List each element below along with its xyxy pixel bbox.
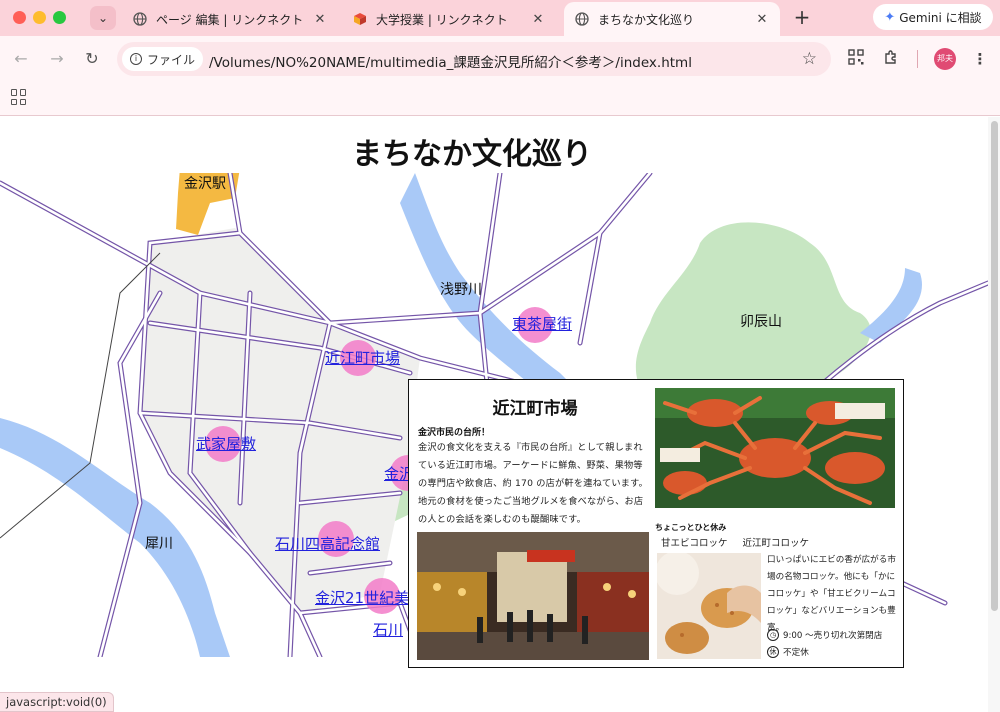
toolbar: ← → ↻ i ファイル /Volumes/NO%20NAME/multimed… [0,36,1000,82]
gemini-label: Gemini に相談 [899,10,982,25]
tab-university-class[interactable]: 大学授業 | リンクネクト ✕ [342,4,556,34]
station-label: 金沢駅 [184,176,226,192]
card-subtitle: 金沢市民の台所！ [418,428,491,438]
break-description: 口いっぱいにエビの香が広がる市場の名物コロッケ。他にも「かにコロッケ」や「甘エビ… [767,555,896,633]
profile-avatar[interactable]: 邦夫 [934,48,956,70]
tab-title: ページ 編集 | リンクネクト [156,12,304,27]
link-shiko-memorial[interactable]: 石川四高記念館 [275,533,380,554]
apps-grid-icon[interactable] [11,89,27,105]
reload-icon[interactable]: ↻ [81,48,103,70]
closed-row: 休 不定休 [767,646,809,658]
closed-day-icon: 休 [767,646,779,658]
new-tab-button[interactable]: + [790,6,814,30]
toolbar-divider [917,50,918,68]
bookmark-star-icon[interactable]: ☆ [802,49,817,69]
market-arcade-photo [417,532,649,660]
link-ishikawa[interactable]: 石川 [373,619,403,640]
close-tab-icon[interactable]: ✕ [312,12,328,27]
crab-photo [655,388,895,508]
card-title: 近江町市場 [492,399,578,419]
globe-icon [132,11,148,27]
status-bar: javascript:void(0) [0,692,114,712]
tab-page-edit[interactable]: ページ 編集 | リンクネクト ✕ [122,4,338,34]
close-tab-icon[interactable]: ✕ [754,12,770,27]
link-21st-century-museum[interactable]: 金沢21世紀美 [315,587,409,608]
spot-info-card: 近江町市場 金沢市民の台所！ 金沢の食文化を支える『市民の台所』として親しまれて… [408,379,904,668]
sparkle-icon: ✦ [884,9,896,25]
address-bar[interactable]: i ファイル /Volumes/NO%20NAME/multimedia_課題金… [117,42,831,76]
bookmarks-bar [0,82,1000,116]
clock-icon: ◷ [767,629,779,641]
page-viewport: まちなか文化巡り 金沢駅 浅野川 卯辰山 犀川 東茶屋街 近江町市場 武家屋敷 … [0,117,988,712]
break-item-name: 甘エビコロッケ [661,538,728,549]
globe-icon [574,11,590,27]
minimize-window-button[interactable] [33,11,46,24]
break-item-row: 甘エビコロッケ 近江町コロッケ [661,535,821,549]
site-info-chip[interactable]: i ファイル [122,47,204,71]
link-omicho-market[interactable]: 近江町市場 [325,347,400,368]
closed-text: 不定休 [783,648,809,658]
link-bukeyashiki[interactable]: 武家屋敷 [196,433,256,454]
qr-code-icon[interactable] [846,49,866,69]
tab-machinaka[interactable]: まちなか文化巡り ✕ [564,2,780,36]
close-window-button[interactable] [13,11,26,24]
card-description: 金沢の食文化を支える『市民の台所』として親しまれている近江町市場。アーケードに鮮… [418,442,648,525]
site-info-label: ファイル [147,52,196,67]
back-arrow-icon[interactable]: ← [10,48,32,70]
tab-title: 大学授業 | リンクネクト [376,12,508,27]
chevron-down-icon: ⌄ [97,11,109,25]
tab-title: まちなか文化巡り [598,12,695,27]
info-icon: i [130,53,142,65]
link-higashi-chaya[interactable]: 東茶屋街 [512,313,572,334]
tab-strip: ⌄ ページ 編集 | リンクネクト ✕ 大学授業 | リンクネクト ✕ まちなか… [0,0,1000,36]
asano-river-label: 浅野川 [440,282,482,298]
extensions-puzzle-icon[interactable] [881,49,901,69]
hours-row: ◷ 9:00 ～売り切れ次第閉店 [767,629,882,641]
break-heading: ちょこっとひと休み [655,523,727,532]
close-tab-icon[interactable]: ✕ [530,12,546,27]
maximize-window-button[interactable] [53,11,66,24]
hours-text: 9:00 ～売り切れ次第閉店 [783,631,883,641]
scrollbar-thumb[interactable] [991,121,998,611]
vertical-scrollbar[interactable] [988,117,1000,712]
sai-river-label: 犀川 [145,536,173,552]
url-text[interactable]: /Volumes/NO%20NAME/multimedia_課題金沢見所紹介＜参… [209,51,692,71]
browser-chrome: ⌄ ページ 編集 | リンクネクト ✕ 大学授業 | リンクネクト ✕ まちなか… [0,0,1000,116]
utatsuyama-label: 卯辰山 [740,314,782,330]
gemini-button[interactable]: ✦ Gemini に相談 [873,4,993,30]
forward-arrow-icon[interactable]: → [46,48,68,70]
break-shop-name: 近江町コロッケ [742,538,810,549]
tab-search-button[interactable]: ⌄ [90,6,116,30]
more-menu-icon[interactable]: ⋮ [970,49,990,69]
cube-icon [352,11,368,27]
page-title: まちなか文化巡り [352,137,592,172]
croquette-photo [657,553,761,659]
